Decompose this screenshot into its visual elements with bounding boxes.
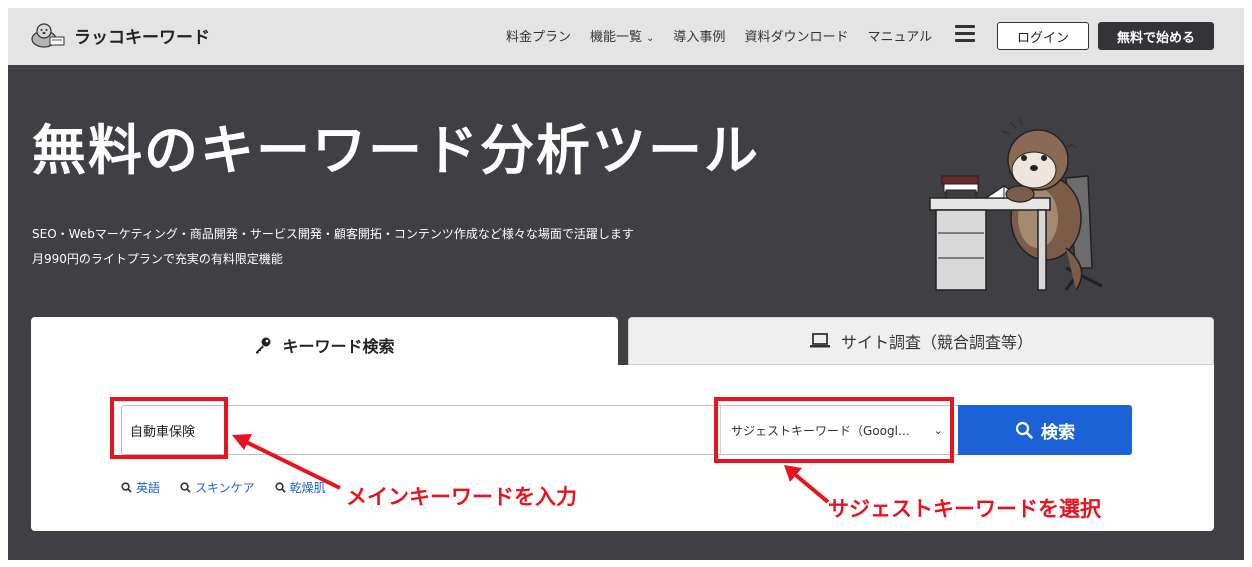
nav-link-features-label: 機能一覧: [590, 30, 643, 45]
brand-name: ラッコキーワード: [74, 27, 210, 48]
otter-logo-icon: [31, 23, 65, 48]
search-button-label: 検索: [1041, 422, 1075, 443]
tab-keyword-search-label: キーワード検索: [282, 337, 395, 356]
hero-plan-note: 月990円のライトプランで充実の有料限定機能: [32, 252, 283, 266]
hero-title: 無料のキーワード分析ツール: [32, 119, 760, 182]
nav-link-download[interactable]: 資料ダウンロード: [744, 26, 848, 45]
annotation-select-note: サジェストキーワードを選択: [828, 497, 1101, 521]
annotation-arrow-input: [232, 434, 341, 490]
tab-site-research-label: サイト調査（競合調査等）: [840, 333, 1033, 352]
hero-subtitle: SEO・Webマーケティング・商品開発・サービス開発・顧客開拓・コンテンツ作成な…: [32, 227, 634, 241]
start-free-button[interactable]: 無料で始める: [1098, 22, 1214, 50]
brand-logo[interactable]: ラッコキーワード: [30, 22, 210, 48]
example-keyword-label: 英語: [136, 481, 161, 495]
search-button[interactable]: 検索: [958, 405, 1132, 455]
laptop-icon: [809, 333, 830, 348]
annotation-box-keyword-input: [110, 397, 228, 459]
annotation-box-mode-select: [714, 397, 954, 463]
tab-site-research[interactable]: サイト調査（競合調査等）: [628, 317, 1214, 365]
page-frame: ラッコキーワード 料金プラン 機能一覧 ⌄ 導入事例 資料ダウンロード マニュアル…: [8, 8, 1244, 560]
search-icon: [180, 482, 191, 493]
otter-mascot-illustration: [929, 118, 1103, 291]
nav-link-cases[interactable]: 導入事例: [673, 26, 725, 45]
key-icon: [256, 337, 271, 354]
top-nav: ラッコキーワード 料金プラン 機能一覧 ⌄ 導入事例 資料ダウンロード マニュアル…: [8, 8, 1244, 65]
hamburger-icon[interactable]: [955, 25, 975, 43]
chevron-down-icon: ⌄: [646, 33, 655, 44]
search-icon: [1015, 421, 1033, 439]
annotation-input-note: メインキーワードを入力: [346, 485, 577, 509]
nav-links: 料金プラン 機能一覧 ⌄ 導入事例 資料ダウンロード マニュアル: [506, 26, 951, 45]
search-icon: [121, 482, 132, 493]
example-keyword-link[interactable]: 英語: [121, 479, 160, 496]
login-button[interactable]: ログイン: [997, 22, 1089, 50]
nav-link-features[interactable]: 機能一覧 ⌄: [590, 26, 654, 45]
nav-link-manual[interactable]: マニュアル: [867, 26, 932, 45]
nav-link-pricing[interactable]: 料金プラン: [506, 26, 571, 45]
